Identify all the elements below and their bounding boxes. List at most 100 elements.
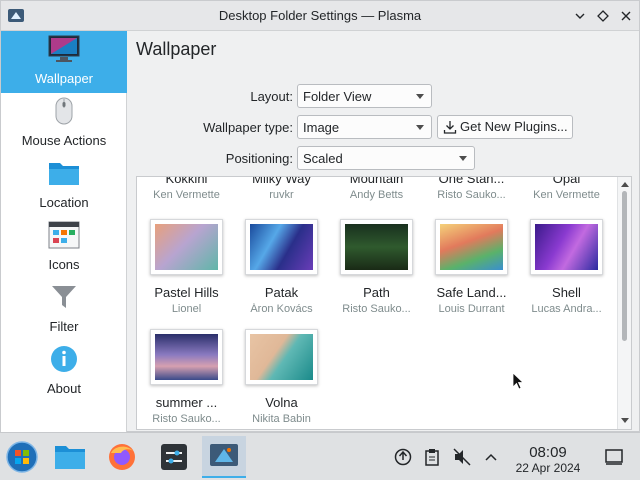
file-manager-button[interactable] xyxy=(48,436,92,478)
clock-date[interactable]: 22 Apr 2024 xyxy=(500,461,596,475)
title-bar[interactable]: Desktop Folder Settings — Plasma xyxy=(1,1,639,31)
wallpaper-author: Louis Durrant xyxy=(438,303,505,315)
wallpaper-thumbnail xyxy=(340,219,413,275)
wallpaper-type-combo[interactable]: Image xyxy=(297,115,432,139)
sidebar-item-mouse-actions[interactable]: Mouse Actions xyxy=(1,93,127,155)
wallpaper-type-label: Wallpaper type: xyxy=(203,120,293,135)
wallpaper-name: Patak xyxy=(264,285,299,300)
wallpaper-name: Milky Way xyxy=(252,176,311,186)
chevron-down-icon xyxy=(459,156,467,161)
wallpaper-grid[interactable]: Kokkini Ken Vermette Milky Way ruvkr Mou… xyxy=(136,176,632,430)
wallpaper-name: Mountain xyxy=(349,176,404,186)
wallpaper-tile[interactable]: summer ... Risto Sauko... xyxy=(139,329,234,429)
close-icon xyxy=(621,11,631,21)
scroll-up-icon[interactable] xyxy=(621,182,629,187)
wallpaper-author: Lionel xyxy=(171,303,202,315)
mouse-icon xyxy=(48,96,80,126)
positioning-value: Scaled xyxy=(303,151,343,166)
sidebar-item-label: Location xyxy=(39,195,89,210)
settings-window: Desktop Folder Settings — Plasma Wallpap… xyxy=(0,0,640,433)
clock-time[interactable]: 08:09 xyxy=(500,444,596,461)
layout-value: Folder View xyxy=(303,89,372,104)
plasma-settings-button[interactable] xyxy=(202,436,246,478)
positioning-combo[interactable]: Scaled xyxy=(297,146,475,170)
wallpaper-name: Volna xyxy=(265,395,298,410)
wallpaper-thumbnail xyxy=(150,329,223,385)
clipboard-tray-button[interactable] xyxy=(422,447,442,467)
minimize-button[interactable] xyxy=(571,7,589,25)
layout-label: Layout: xyxy=(250,89,293,104)
sidebar-item-icons[interactable]: Icons xyxy=(1,217,127,279)
start-menu-button[interactable] xyxy=(0,436,44,478)
main-panel: Wallpaper Layout: Folder View Wallpaper … xyxy=(128,31,639,433)
file-manager-icon xyxy=(55,446,85,469)
positioning-label: Positioning: xyxy=(225,151,293,166)
scrollbar-thumb[interactable] xyxy=(622,191,627,341)
wallpaper-tile[interactable]: Path Risto Sauko... xyxy=(329,219,424,329)
tray-expander-button[interactable] xyxy=(481,447,501,467)
wallpaper-author: Risto Sauko... xyxy=(342,303,411,315)
get-new-plugins-button[interactable]: Get New Plugins... xyxy=(437,115,573,139)
scroll-down-icon[interactable] xyxy=(621,418,629,423)
wallpaper-name: Shell xyxy=(552,285,581,300)
sidebar-item-about[interactable]: About xyxy=(1,341,127,403)
wallpaper-name: Opal xyxy=(552,176,581,186)
sidebar-item-filter[interactable]: Filter xyxy=(1,279,127,341)
download-icon xyxy=(443,121,457,134)
wallpaper-thumbnail xyxy=(245,219,318,275)
wallpaper-tile[interactable]: Patak Áron Kovács xyxy=(234,219,329,329)
updates-tray-button[interactable] xyxy=(393,447,413,467)
wallpaper-name: summer ... xyxy=(155,395,218,410)
page-title: Wallpaper xyxy=(136,39,217,59)
wallpaper-author: Áron Kovács xyxy=(250,303,313,315)
sidebar-item-label: Icons xyxy=(48,257,80,272)
diamond-icon xyxy=(597,10,609,22)
show-desktop-button[interactable] xyxy=(604,447,624,467)
wallpaper-name: One Stan... xyxy=(438,176,505,186)
wallpaper-thumbnail xyxy=(530,219,603,275)
wallpaper-type-value: Image xyxy=(303,120,340,135)
maximize-button[interactable] xyxy=(594,7,612,25)
sidebar-item-label: Filter xyxy=(49,319,79,334)
clipboard-icon xyxy=(425,449,439,466)
close-button[interactable] xyxy=(617,7,635,25)
firefox-button[interactable] xyxy=(100,436,144,478)
chevron-down-icon xyxy=(416,125,424,130)
settings-icon xyxy=(161,444,187,470)
wallpaper-name: Safe Land... xyxy=(436,285,507,300)
wallpaper-thumbnail xyxy=(435,219,508,275)
get-new-plugins-label: Get New Plugins... xyxy=(460,119,568,134)
sidebar: Wallpaper Mouse Actions Location Icons F… xyxy=(1,31,127,433)
wallpaper-name: Pastel Hills xyxy=(154,285,219,300)
filter-icon xyxy=(48,282,80,312)
system-settings-button[interactable] xyxy=(152,436,196,478)
window-title: Desktop Folder Settings — Plasma xyxy=(218,8,422,23)
icons-grid-icon xyxy=(48,220,80,250)
wallpaper-author: Risto Sauko... xyxy=(152,413,221,425)
wallpaper-name: Path xyxy=(363,285,390,300)
chevron-up-icon xyxy=(485,453,497,461)
info-icon xyxy=(48,344,80,374)
layout-combo[interactable]: Folder View xyxy=(297,84,432,108)
wallpaper-tile[interactable]: Volna Nikita Babin xyxy=(234,329,329,429)
show-desktop-icon xyxy=(605,449,623,465)
firefox-icon xyxy=(109,444,135,470)
chevron-down-icon xyxy=(416,94,424,99)
wallpaper-author: ruvkr xyxy=(269,189,294,201)
update-icon xyxy=(394,448,412,466)
volume-tray-button[interactable] xyxy=(452,447,472,467)
wallpaper-tile[interactable]: Shell Lucas Andra... xyxy=(519,219,614,329)
grid-scrollbar[interactable] xyxy=(617,177,631,429)
wallpaper-name: Kokkini xyxy=(165,176,208,186)
sidebar-item-label: About xyxy=(47,381,81,396)
wallpaper-tile[interactable]: Safe Land... Louis Durrant xyxy=(424,219,519,329)
mouse-cursor-icon xyxy=(512,372,524,390)
plasma-settings-icon xyxy=(210,444,238,466)
wallpaper-thumbnail xyxy=(150,219,223,275)
wallpaper-tile[interactable]: Pastel Hills Lionel xyxy=(139,219,234,329)
start-menu-icon xyxy=(6,441,38,473)
sidebar-item-location[interactable]: Location xyxy=(1,155,127,217)
chevron-down-icon xyxy=(575,13,585,19)
volume-muted-icon xyxy=(453,448,471,466)
sidebar-item-wallpaper[interactable]: Wallpaper xyxy=(1,31,127,93)
